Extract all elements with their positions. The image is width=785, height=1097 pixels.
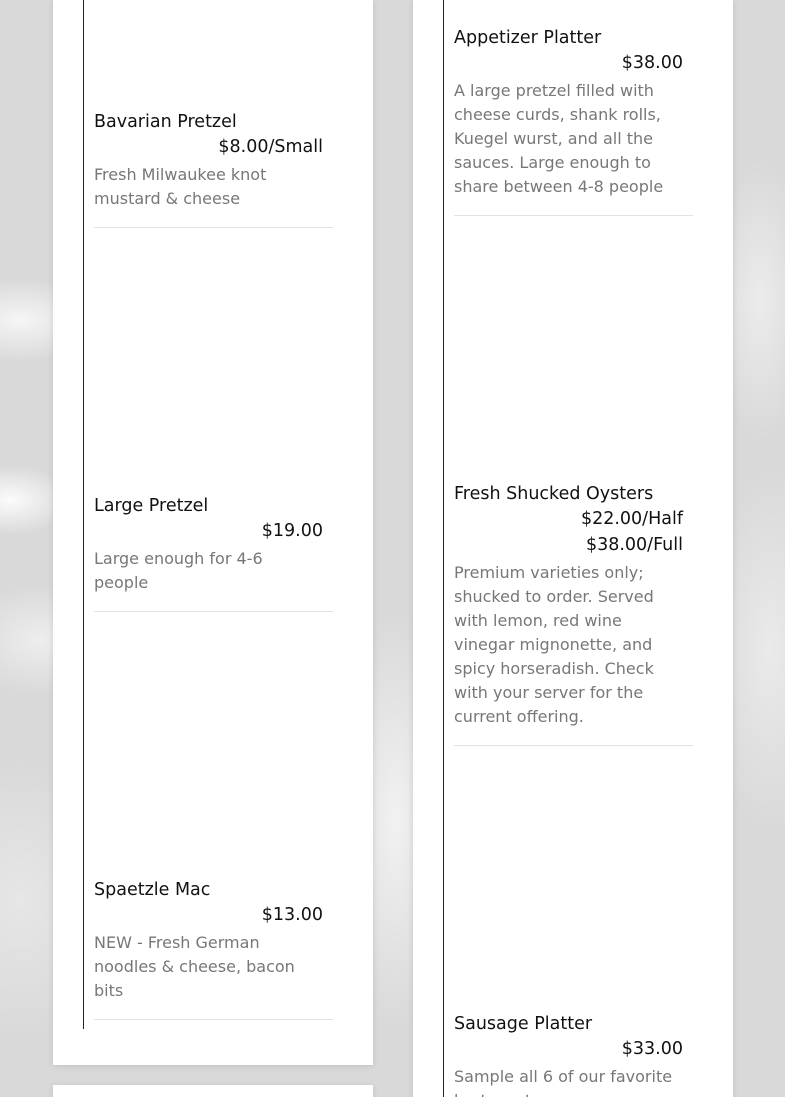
menu-item-prices: $22.00/Half $38.00/Full	[454, 506, 683, 558]
menu-item-name: Large Pretzel	[94, 496, 209, 516]
menu-item[interactable]: Bavarian Pretzel $8.00/Small Fresh Milwa…	[94, 111, 323, 211]
item-divider	[454, 215, 693, 216]
menu-item-name: Spaetzle Mac	[94, 880, 211, 900]
menu-item-price: $22.00/Half	[580, 509, 683, 529]
menu-item-description: A large pretzel filled with cheese curds…	[454, 81, 664, 196]
menu-item-name: Bavarian Pretzel	[94, 112, 237, 132]
menu-item-price: $13.00	[261, 905, 323, 925]
menu-item-description: Large enough for 4-6 people	[94, 549, 263, 592]
menu-item-name: Sausage Platter	[454, 1014, 593, 1034]
item-divider	[94, 227, 333, 228]
column-border-right	[443, 0, 444, 1097]
menu-item-prices: $13.00	[94, 902, 323, 928]
menu-item-name: Appetizer Platter	[454, 28, 602, 48]
column-border-left	[83, 0, 84, 1029]
menu-item-description: NEW - Fresh German noodles & cheese, bac…	[94, 933, 295, 1000]
menu-item-prices: $19.00	[94, 518, 323, 544]
menu-item[interactable]: Fresh Shucked Oysters $22.00/Half $38.00…	[454, 483, 683, 729]
menu-item-price: $19.00	[261, 521, 323, 541]
menu-item[interactable]: Large Pretzel $19.00 Large enough for 4-…	[94, 495, 323, 595]
menu-item-price: $38.00	[621, 53, 683, 73]
menu-item-prices: $38.00	[454, 50, 683, 76]
menu-item-name: Fresh Shucked Oysters	[454, 484, 654, 504]
menu-item-prices: $33.00	[454, 1036, 683, 1062]
menu-card-left-next	[53, 1085, 373, 1097]
menu-item[interactable]: Spaetzle Mac $13.00 NEW - Fresh German n…	[94, 879, 323, 1003]
item-divider	[94, 1019, 333, 1020]
item-divider	[454, 745, 693, 746]
menu-item-prices: $8.00/Small	[94, 134, 323, 160]
menu-item-description: Sample all 6 of our favorite bratwurst s…	[454, 1067, 673, 1097]
item-divider	[94, 611, 333, 612]
menu-item-price: $38.00/Full	[585, 535, 683, 555]
menu-item-description: Premium varieties only; shucked to order…	[454, 563, 654, 726]
menu-item[interactable]: Sausage Platter $33.00 Sample all 6 of o…	[454, 1013, 683, 1097]
menu-item[interactable]: Appetizer Platter $38.00 A large pretzel…	[454, 27, 683, 199]
menu-item-description: Fresh Milwaukee knot mustard & cheese	[94, 165, 267, 208]
menu-item-price: $8.00/Small	[218, 137, 323, 157]
menu-item-price: $33.00	[621, 1039, 683, 1059]
